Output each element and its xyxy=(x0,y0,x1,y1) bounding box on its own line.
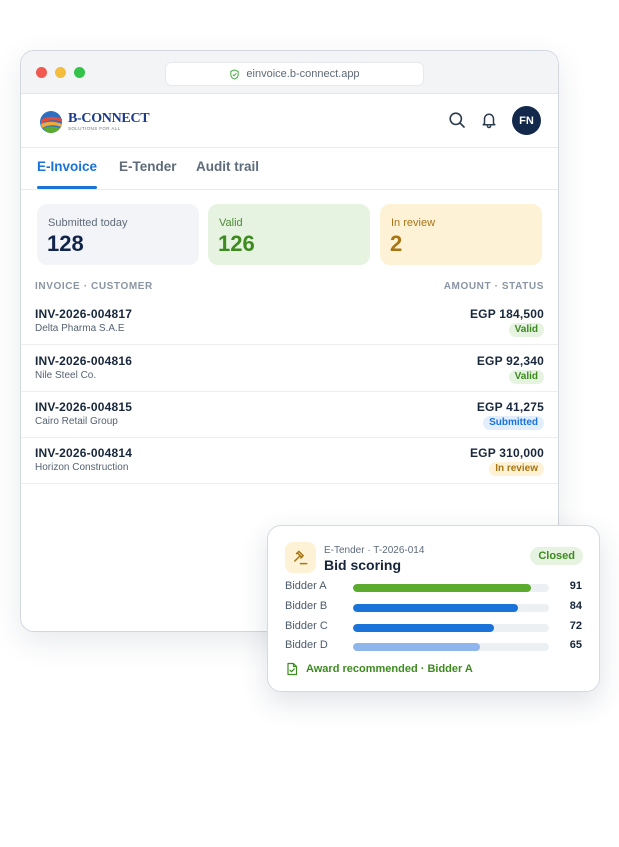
bidder-name: Bidder B xyxy=(285,600,328,612)
score-bar-fill xyxy=(353,604,518,612)
tab-e-invoice[interactable]: E-Invoice xyxy=(37,159,97,174)
tender-reference: E-Tender · T-2026-014 xyxy=(324,545,425,556)
search-icon xyxy=(449,112,465,128)
invoice-number: INV-2026-004815 xyxy=(35,400,133,414)
invoice-number: INV-2026-004817 xyxy=(35,307,133,321)
award-text: Award recommended · Bidder A xyxy=(306,663,473,675)
invoice-row[interactable]: INV-2026-004815 Cairo Retail Group EGP 4… xyxy=(21,391,558,438)
award-recommendation: Award recommended · Bidder A xyxy=(285,662,473,676)
score-bar-fill xyxy=(353,584,532,592)
bidder-score: 84 xyxy=(569,600,582,612)
invoice-row[interactable]: INV-2026-004814 Horizon Construction EGP… xyxy=(21,437,558,484)
address-bar[interactable]: einvoice.b-connect.app xyxy=(165,62,424,86)
status-badge: Submitted xyxy=(483,416,544,430)
close-window-dot[interactable] xyxy=(36,67,47,78)
invoice-amount: EGP 184,500 xyxy=(469,307,544,321)
score-bar-track xyxy=(353,643,549,651)
status-badge: Valid xyxy=(508,370,544,384)
brand-logo[interactable]: B-CONNECT SOLUTIONS FOR ALL xyxy=(37,108,150,136)
customer-name: Cairo Retail Group xyxy=(35,416,118,427)
bidder-score: 65 xyxy=(569,639,582,651)
bidder-row[interactable]: Bidder D 65 xyxy=(285,639,582,653)
invoice-amount: EGP 41,275 xyxy=(476,400,544,414)
stat-value: 2 xyxy=(390,231,403,256)
stat-value: 128 xyxy=(47,231,84,256)
document-check-icon xyxy=(287,662,298,676)
stat-value: 126 xyxy=(218,231,255,256)
maximize-window-dot[interactable] xyxy=(74,67,85,78)
notifications-button[interactable] xyxy=(479,110,499,130)
score-bar-track xyxy=(353,624,549,632)
bidder-score: 91 xyxy=(569,580,582,592)
stat-submitted-today[interactable]: Submitted today 128 xyxy=(37,204,199,265)
tab-e-tender[interactable]: E-Tender xyxy=(119,159,177,174)
bidder-row[interactable]: Bidder A 91 xyxy=(285,580,582,594)
invoice-number: INV-2026-004816 xyxy=(35,354,133,368)
stat-in-review[interactable]: In review 2 xyxy=(380,204,542,265)
stat-label: Submitted today xyxy=(48,217,128,229)
url-text: einvoice.b-connect.app xyxy=(246,68,360,80)
browser-titlebar: einvoice.b-connect.app xyxy=(21,51,558,94)
minimize-window-dot[interactable] xyxy=(55,67,66,78)
bell-icon xyxy=(482,113,496,129)
column-header-amount-status: AMOUNT · STATUS xyxy=(443,281,544,292)
status-badge: In review xyxy=(489,462,544,476)
score-bar-fill xyxy=(353,643,481,651)
tab-audit-trail[interactable]: Audit trail xyxy=(196,159,259,174)
stat-label: Valid xyxy=(219,217,243,229)
card-title: Bid scoring xyxy=(324,557,402,573)
gavel-icon xyxy=(294,550,308,565)
column-header-invoice-customer: INVOICE · CUSTOMER xyxy=(35,281,153,292)
score-bar-fill xyxy=(353,624,495,632)
globe-logo-icon xyxy=(40,111,62,133)
bidder-name: Bidder C xyxy=(285,620,328,632)
bidder-score: 72 xyxy=(569,620,582,632)
bidder-row[interactable]: Bidder C 72 xyxy=(285,620,582,634)
brand-tagline: SOLUTIONS FOR ALL xyxy=(68,126,121,132)
bidder-name: Bidder D xyxy=(285,639,328,651)
bid-scoring-card[interactable]: E-Tender · T-2026-014 Bid scoring Closed… xyxy=(267,525,600,692)
invoice-row[interactable]: INV-2026-004817 Delta Pharma S.A.E EGP 1… xyxy=(21,298,558,345)
stat-valid[interactable]: Valid 126 xyxy=(208,204,370,265)
invoice-amount: EGP 92,340 xyxy=(476,354,544,368)
customer-name: Nile Steel Co. xyxy=(35,370,97,381)
invoice-number: INV-2026-004814 xyxy=(35,446,133,460)
invoice-row[interactable]: INV-2026-004816 Nile Steel Co. EGP 92,34… xyxy=(21,345,558,392)
tab-bar: E-Invoice E-Tender Audit trail xyxy=(21,148,558,190)
active-tab-indicator xyxy=(37,186,97,189)
score-bar-track xyxy=(353,584,549,592)
score-bar-track xyxy=(353,604,549,612)
gavel-icon-tile xyxy=(285,542,316,573)
bidder-name: Bidder A xyxy=(285,580,327,592)
brand-name: B-CONNECT xyxy=(68,111,150,127)
invoice-amount: EGP 310,000 xyxy=(469,446,544,460)
bidder-row[interactable]: Bidder B 84 xyxy=(285,600,582,614)
shield-check-icon xyxy=(230,68,240,80)
stat-label: In review xyxy=(391,217,436,229)
status-badge: Closed xyxy=(530,547,583,565)
app-header: B-CONNECT SOLUTIONS FOR ALL FN xyxy=(21,94,558,148)
customer-name: Horizon Construction xyxy=(35,462,129,473)
customer-name: Delta Pharma S.A.E xyxy=(35,323,125,334)
user-avatar[interactable]: FN xyxy=(512,106,541,135)
status-badge: Valid xyxy=(508,323,544,337)
search-button[interactable] xyxy=(447,110,467,130)
